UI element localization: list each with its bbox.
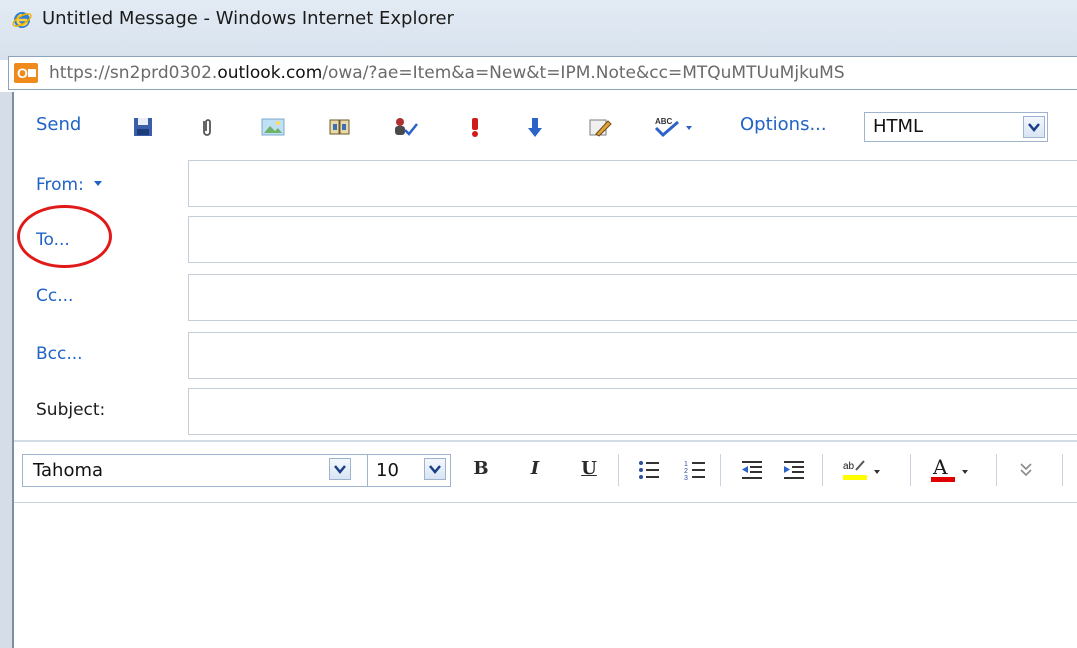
toolbar-separator xyxy=(910,454,911,486)
to-button[interactable]: To... xyxy=(36,230,70,250)
cc-row: Cc... xyxy=(14,272,1077,326)
url-prefix: https://sn2prd0302. xyxy=(49,63,218,83)
low-importance-icon[interactable] xyxy=(524,116,546,138)
url-domain: outlook.com xyxy=(217,63,323,83)
underline-button[interactable]: U xyxy=(577,456,601,482)
window-frame xyxy=(0,92,12,648)
chevron-down-icon[interactable] xyxy=(424,458,446,480)
italic-button[interactable]: I xyxy=(523,456,547,482)
window-title: Untitled Message - Windows Internet Expl… xyxy=(42,8,454,29)
url-text[interactable]: https://sn2prd0302.outlook.com/owa/?ae=I… xyxy=(49,59,1074,87)
to-field[interactable] xyxy=(188,216,1077,263)
font-family-select[interactable]: Tahoma xyxy=(22,454,372,487)
font-size-value: 10 xyxy=(376,460,399,481)
svg-text:O: O xyxy=(17,65,28,81)
address-bar[interactable]: O https://sn2prd0302.outlook.com/owa/?ae… xyxy=(8,56,1077,90)
signature-icon[interactable] xyxy=(588,116,612,138)
outlook-web-app-icon: O xyxy=(13,61,39,85)
internet-explorer-icon xyxy=(12,10,32,30)
bcc-button[interactable]: Bcc... xyxy=(36,344,83,364)
decrease-indent-icon[interactable] xyxy=(740,459,762,481)
cc-button[interactable]: Cc... xyxy=(36,286,73,306)
bcc-row: Bcc... xyxy=(14,330,1077,384)
increase-indent-icon[interactable] xyxy=(782,459,804,481)
cc-field[interactable] xyxy=(188,274,1077,321)
subject-label: Subject: xyxy=(36,400,106,420)
highlight-color-icon[interactable]: ab xyxy=(842,458,886,480)
font-size-select[interactable]: 10 xyxy=(367,454,451,487)
svg-text:ab: ab xyxy=(843,461,855,472)
from-button[interactable]: From: xyxy=(36,172,102,195)
insert-image-icon[interactable] xyxy=(261,116,285,138)
font-family-value: Tahoma xyxy=(33,460,104,481)
toolbar-separator xyxy=(822,454,823,486)
message-body-editor[interactable] xyxy=(14,503,1077,648)
numbered-list-icon[interactable]: 123 xyxy=(684,459,706,482)
caret-down-icon xyxy=(93,172,102,192)
url-suffix: /owa/?ae=Item&a=New&t=IPM.Note&cc=MTQuMT… xyxy=(322,63,845,83)
toolbar-separator xyxy=(618,454,619,486)
format-select[interactable]: HTML xyxy=(864,112,1048,142)
bold-button[interactable]: B xyxy=(469,456,493,482)
svg-text:ABC: ABC xyxy=(655,117,673,126)
check-names-icon[interactable] xyxy=(392,116,418,138)
from-field[interactable] xyxy=(188,160,1077,207)
chevron-down-icon[interactable] xyxy=(329,458,351,480)
chevron-down-icon[interactable] xyxy=(1023,116,1045,138)
compose-toolbar: Send ABC Options... HTML xyxy=(14,100,1077,150)
subject-field[interactable] xyxy=(188,388,1077,435)
expand-toolbar-icon[interactable] xyxy=(1018,460,1040,482)
attach-icon[interactable] xyxy=(196,116,218,138)
format-select-value: HTML xyxy=(873,116,924,137)
to-row: To... xyxy=(14,214,1077,268)
format-toolbar: Tahoma 10 B I U 123 ab A xyxy=(14,446,1077,502)
send-button[interactable]: Send xyxy=(36,114,81,135)
spell-check-icon[interactable]: ABC xyxy=(654,116,704,138)
high-importance-icon[interactable] xyxy=(464,116,486,138)
bullet-list-icon[interactable] xyxy=(638,459,660,481)
header-divider xyxy=(14,440,1077,442)
save-icon[interactable] xyxy=(132,116,154,138)
svg-text:3: 3 xyxy=(684,475,688,481)
address-book-icon[interactable] xyxy=(328,116,350,138)
svg-text:1: 1 xyxy=(684,461,688,468)
from-row: From: xyxy=(14,156,1077,207)
subject-row: Subject: xyxy=(14,388,1077,438)
svg-text:2: 2 xyxy=(684,468,688,475)
toolbar-separator xyxy=(720,454,721,486)
font-color-letter: A xyxy=(932,456,948,479)
window-title-bar: Untitled Message - Windows Internet Expl… xyxy=(0,0,1077,60)
options-button[interactable]: Options... xyxy=(740,114,827,135)
toolbar-separator xyxy=(1062,454,1063,486)
font-color-icon[interactable]: A xyxy=(930,455,974,482)
from-label: From: xyxy=(36,175,84,195)
toolbar-separator xyxy=(996,454,997,486)
bcc-field[interactable] xyxy=(188,332,1077,379)
